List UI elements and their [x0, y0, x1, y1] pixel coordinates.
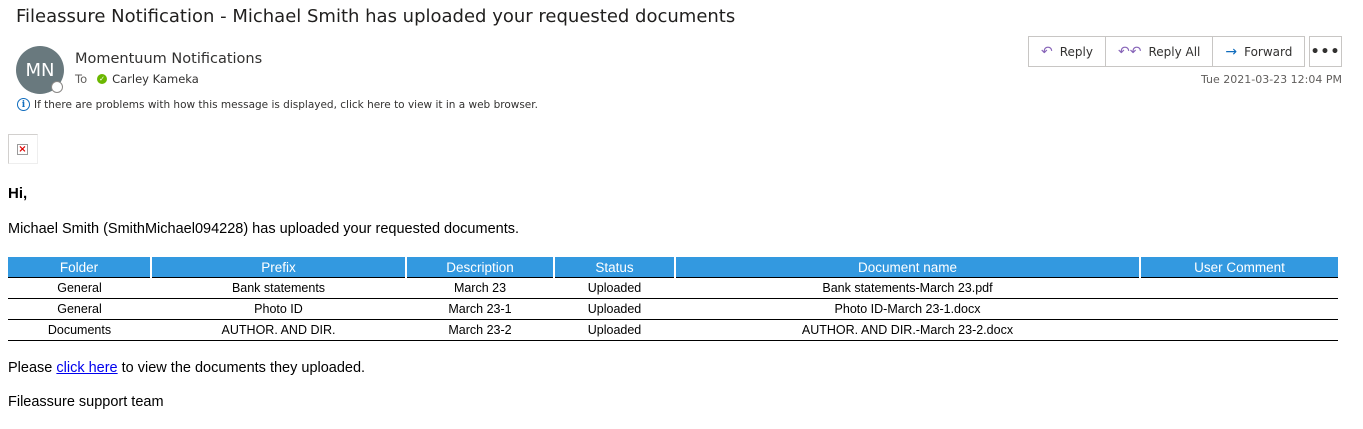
reply-icon: ↶ [1041, 43, 1053, 60]
info-icon: i [17, 98, 30, 111]
cell-prefix: Bank statements [151, 277, 406, 299]
cell-document-name: Photo ID-March 23-1.docx [675, 298, 1140, 320]
received-date: Tue 2021-03-23 12:04 PM [1200, 73, 1342, 86]
message-actions: ↶ Reply ↶↶ Reply All → Forward [1028, 36, 1306, 67]
greeting: Hi, [8, 185, 28, 202]
col-header-folder: Folder [8, 257, 151, 278]
cell-document-name: Bank statements-March 23.pdf [675, 277, 1140, 299]
col-header-prefix: Prefix [150, 257, 406, 278]
cell-user-comment [1140, 319, 1338, 341]
forward-label: Forward [1244, 44, 1293, 59]
please-prefix: Please [8, 360, 57, 376]
reply-button[interactable]: ↶ Reply [1029, 37, 1106, 66]
email-subject: Fileassure Notification - Michael Smith … [16, 6, 736, 27]
reply-all-button[interactable]: ↶↶ Reply All [1106, 37, 1214, 66]
table-row: Documents AUTHOR. AND DIR. March 23-2 Up… [8, 319, 1338, 341]
cell-description: March 23-1 [406, 298, 554, 320]
cell-status: Uploaded [554, 277, 675, 299]
recipient-line: To ✓ Carley Kameka [75, 72, 199, 86]
cell-document-name: AUTHOR. AND DIR.-March 23-2.docx [675, 319, 1140, 341]
cell-status: Uploaded [554, 298, 675, 320]
documents-table: Folder Prefix Description Status Documen… [8, 257, 1338, 341]
available-status-icon: ✓ [97, 74, 108, 84]
forward-icon: → [1225, 43, 1238, 60]
reply-label: Reply [1059, 44, 1093, 59]
table-row: General Photo ID March 23-1 Uploaded Pho… [8, 298, 1338, 320]
view-documents-link[interactable]: click here [56, 360, 117, 376]
cell-description: March 23 [406, 277, 554, 299]
cell-user-comment [1140, 277, 1338, 299]
intro-text: Michael Smith (SmithMichael094228) has u… [8, 221, 520, 237]
cell-folder: General [8, 277, 151, 299]
please-suffix: to view the documents they uploaded. [117, 360, 366, 376]
cell-description: March 23-2 [406, 319, 554, 341]
reply-all-icon: ↶↶ [1117, 43, 1142, 60]
signature: Fileassure support team [8, 394, 164, 410]
presence-status-icon [51, 81, 63, 93]
cell-prefix: Photo ID [151, 298, 406, 320]
view-documents-text: Please click here to view the documents … [8, 360, 365, 376]
col-header-status: Status [553, 257, 675, 278]
table-row: General Bank statements March 23 Uploade… [8, 277, 1338, 299]
broken-image-placeholder: × [8, 134, 38, 164]
display-problem-notice[interactable]: i If there are problems with how this me… [17, 98, 538, 111]
cell-status: Uploaded [554, 319, 675, 341]
col-header-description: Description [405, 257, 554, 278]
more-actions-button[interactable]: ••• [1309, 36, 1342, 67]
col-header-user-comment: User Comment [1139, 257, 1338, 278]
cell-folder: Documents [8, 319, 151, 341]
recipient-name[interactable]: Carley Kameka [112, 72, 199, 86]
broken-image-icon: × [17, 144, 28, 155]
col-header-document-name: Document name [674, 257, 1140, 278]
cell-folder: General [8, 298, 151, 320]
forward-button[interactable]: → Forward [1213, 37, 1304, 66]
display-problem-text[interactable]: If there are problems with how this mess… [34, 99, 538, 111]
cell-user-comment [1140, 298, 1338, 320]
to-label: To [75, 72, 88, 86]
reply-all-label: Reply All [1148, 44, 1201, 59]
sender-name[interactable]: Momentuum Notifications [75, 51, 262, 67]
cell-prefix: AUTHOR. AND DIR. [151, 319, 406, 341]
table-header-row: Folder Prefix Description Status Documen… [8, 257, 1338, 278]
